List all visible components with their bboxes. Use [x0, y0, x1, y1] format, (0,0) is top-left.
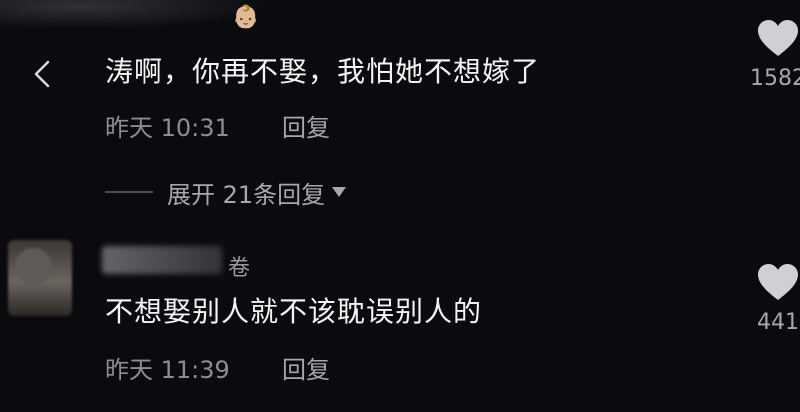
back-button[interactable] [22, 52, 62, 96]
comment-text: 不想娶别人就不该耽误别人的 [105, 295, 483, 328]
username-visible-fragment: 卷 [228, 256, 251, 281]
divider-line [105, 191, 153, 193]
like-button[interactable]: 1582 [748, 18, 800, 91]
like-button[interactable]: 441 [748, 262, 800, 335]
heart-icon [758, 264, 798, 300]
comment-timestamp: 昨天 10:31 [105, 114, 230, 142]
expand-replies-label: 展开 21条回复 [167, 180, 326, 209]
caret-down-icon [332, 187, 347, 197]
like-count: 441 [757, 310, 799, 335]
emoji-avatar: 👶🏼 [232, 5, 260, 30]
avatar[interactable] [8, 240, 72, 316]
like-count: 1582 [750, 66, 800, 91]
heart-icon [758, 20, 798, 56]
top-cropped-username-blur [0, 0, 270, 30]
expand-replies-button[interactable]: 展开 21条回复 [105, 172, 347, 212]
comment-timestamp: 昨天 11:39 [105, 356, 230, 384]
chevron-left-icon [34, 60, 50, 88]
reply-button[interactable]: 回复 [282, 108, 330, 143]
comment-text: 涛啊，你再不娶，我怕她不想嫁了 [105, 55, 541, 88]
reply-button[interactable]: 回复 [282, 350, 330, 385]
username-blur [102, 246, 222, 274]
